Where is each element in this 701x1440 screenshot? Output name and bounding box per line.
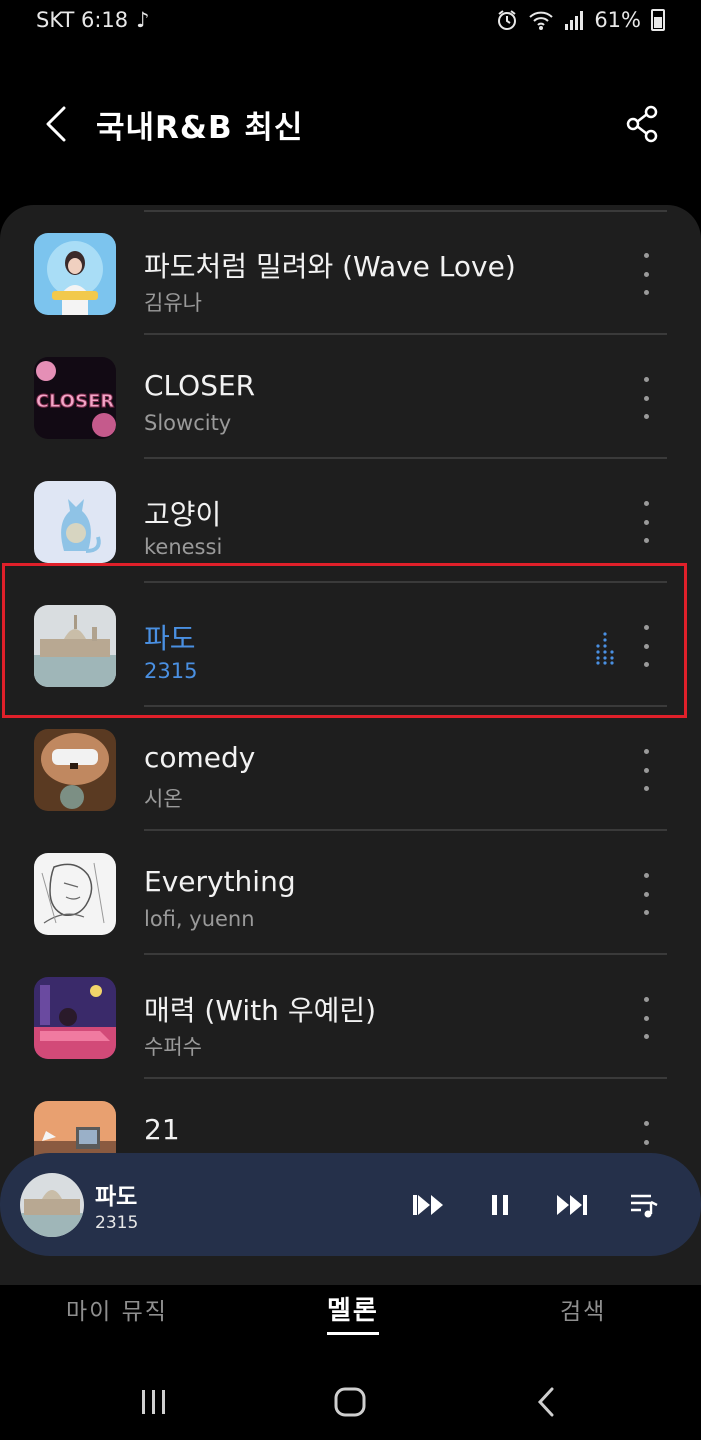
battery-text: 61% [594,8,641,32]
album-art [34,853,116,935]
track-artist: lofi, yuenn [144,907,255,931]
back-chevron-icon [537,1387,554,1417]
status-right: 61% [496,8,665,32]
carrier-time: SKT 6:18 [36,8,129,32]
next-button[interactable] [550,1183,594,1227]
more-options-button[interactable] [632,997,660,1039]
more-options-button[interactable] [632,873,660,915]
status-bar: SKT 6:18 ♪ 61% [0,0,701,44]
wifi-icon [529,11,553,30]
system-nav-bar [0,1360,701,1440]
back-chevron-icon [46,106,66,142]
status-left: SKT 6:18 ♪ [36,8,150,32]
pause-icon [492,1195,508,1215]
tab-melon[interactable]: 멜론 [327,1290,379,1335]
track-artist: 시온 [144,787,183,811]
track-title: comedy [144,741,256,774]
home-icon [334,1387,366,1417]
track-row[interactable]: CLOSER CLOSER Slowcity [0,335,701,459]
recent-apps-icon [142,1390,165,1414]
album-art [34,729,116,811]
album-art [34,977,116,1059]
more-options-button[interactable] [632,749,660,791]
page-title: 국내R&B 최신 [96,110,304,146]
track-title: 21 [144,1113,180,1146]
track-title: Everything [144,865,296,898]
alarm-icon [498,10,517,30]
track-row[interactable]: 매력 (With 우예린) 수퍼수 [0,955,701,1079]
track-row[interactable]: Everything lofi, yuenn [0,831,701,955]
tab-search[interactable]: 검색 [560,1292,606,1326]
more-options-button[interactable] [632,501,660,543]
music-note-icon: ♪ [136,8,150,32]
recent-apps-button[interactable] [130,1380,178,1424]
mini-player-title: 파도 [95,1184,138,1210]
track-title: 파도처럼 밀려와 (Wave Love) [144,250,516,283]
system-back-button[interactable] [522,1380,570,1424]
track-artist: 김유나 [144,291,202,315]
signal-icon [565,11,584,30]
mini-player[interactable]: 파도 2315 [0,1153,701,1256]
album-art [34,481,116,563]
previous-button[interactable] [406,1183,450,1227]
mini-player-artist: 2315 [95,1213,139,1233]
track-artist: 수퍼수 [144,1035,202,1059]
track-row[interactable]: comedy 시온 [0,707,701,831]
bottom-tab-bar: 마이 뮤직 멜론 검색 [0,1270,701,1350]
battery-icon [651,9,665,31]
tab-my-music[interactable]: 마이 뮤직 [66,1292,168,1326]
selection-highlight [2,563,687,718]
share-icon [626,105,658,143]
track-list[interactable]: 파도처럼 밀려와 (Wave Love) 김유나 CLOSER CLOSER S… [0,205,701,1285]
album-art-text: CLOSER [36,391,115,412]
share-button[interactable] [621,102,665,146]
track-artist: Slowcity [144,411,232,435]
queue-button[interactable] [622,1183,666,1227]
track-title: 매력 (With 우예린) [144,994,377,1027]
app-header: 국내R&B 최신 [0,88,701,160]
home-button[interactable] [326,1380,374,1424]
playlist-icon [631,1194,658,1218]
skip-previous-icon [413,1195,443,1215]
pause-button[interactable] [478,1183,522,1227]
album-art [34,233,116,315]
album-art: CLOSER [34,357,116,439]
track-title: 고양이 [144,498,222,531]
more-options-button[interactable] [632,253,660,295]
more-options-button[interactable] [632,377,660,419]
skip-next-icon [557,1195,587,1215]
mini-player-album-art[interactable] [20,1173,84,1237]
track-title: CLOSER [144,369,256,402]
track-artist: kenessi [144,535,223,559]
track-row[interactable]: 파도처럼 밀려와 (Wave Love) 김유나 [0,211,701,335]
back-button[interactable] [36,100,76,148]
